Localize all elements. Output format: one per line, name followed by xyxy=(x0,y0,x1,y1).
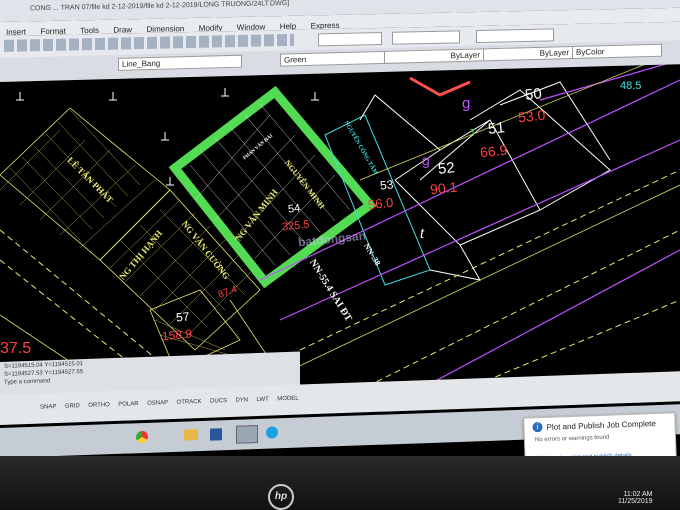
autocad-icon[interactable] xyxy=(236,424,258,444)
photo-of-monitor: 50 53.0 51 66.9 52 90.1 53 56.0 54 325.5… xyxy=(0,0,680,510)
plot-51-area: 66.9 xyxy=(479,141,509,161)
chrome-icon[interactable] xyxy=(136,430,148,444)
status-ducs[interactable]: DUCS xyxy=(210,398,227,405)
plot-52-label: 52 xyxy=(437,159,456,178)
status-ortho[interactable]: ORTHO xyxy=(88,402,110,409)
lineweight-dropdown[interactable]: ByColor xyxy=(572,43,662,60)
status-grid[interactable]: GRID xyxy=(65,403,80,410)
status-osnap[interactable]: OSNAP xyxy=(147,400,168,407)
plot-53-area: 56.0 xyxy=(367,194,395,213)
system-clock: 11:02 AM 11/25/2019 xyxy=(618,491,653,505)
notification-line-1: No errors or warnings found xyxy=(534,434,610,444)
window-title: CONG ... TRAN 07/file kd 2-12-2019/file … xyxy=(30,0,290,13)
info-icon: i xyxy=(532,422,543,433)
hp-logo: hp xyxy=(268,484,294,510)
plot-50-area: 53.0 xyxy=(517,106,547,126)
linetype-bylayer-dropdown[interactable]: ByLayer xyxy=(483,45,573,62)
plot-53-label: 53 xyxy=(379,177,395,193)
top-right-number: 48.5 xyxy=(620,80,642,92)
left-partial-number: 37.5 xyxy=(0,340,32,357)
linetype-dropdown[interactable]: Line_Bang xyxy=(118,54,242,71)
notification-title: Plot and Publish Job Complete xyxy=(546,419,657,432)
layer-linetype-dropdown[interactable]: ByLayer xyxy=(384,48,484,64)
tool-icons[interactable] xyxy=(4,33,294,52)
plot-57-label: 57 xyxy=(175,309,191,325)
plot-50-label: 50 xyxy=(524,85,543,104)
explorer-icon[interactable] xyxy=(184,429,198,441)
dim-style-box[interactable] xyxy=(392,30,460,45)
word-icon[interactable] xyxy=(210,428,222,441)
status-dyn[interactable]: DYN xyxy=(235,397,248,403)
color-dropdown[interactable]: Green xyxy=(280,50,388,67)
clock-date: 11/25/2019 xyxy=(618,498,653,505)
skype-icon[interactable] xyxy=(266,426,278,439)
laptop-bezel xyxy=(0,456,680,510)
clock-time: 11:02 AM xyxy=(623,491,653,498)
status-snap[interactable]: SNAP xyxy=(40,404,56,411)
plot-51-label: 51 xyxy=(487,119,506,138)
label-g1: g xyxy=(462,95,471,112)
status-otrack[interactable]: OTRACK xyxy=(177,399,202,406)
status-model[interactable]: MODEL xyxy=(277,396,298,403)
plot-54-label: 54 xyxy=(287,202,301,216)
table-style-box[interactable] xyxy=(476,28,554,44)
plot-52-area: 90.1 xyxy=(429,178,459,198)
label-T: T xyxy=(470,128,477,139)
label-t: t xyxy=(420,225,424,241)
status-polar[interactable]: POLAR xyxy=(118,401,138,408)
text-style-box[interactable] xyxy=(318,31,382,47)
label-g2: g xyxy=(422,152,430,168)
status-lwt[interactable]: LWT xyxy=(257,397,269,403)
